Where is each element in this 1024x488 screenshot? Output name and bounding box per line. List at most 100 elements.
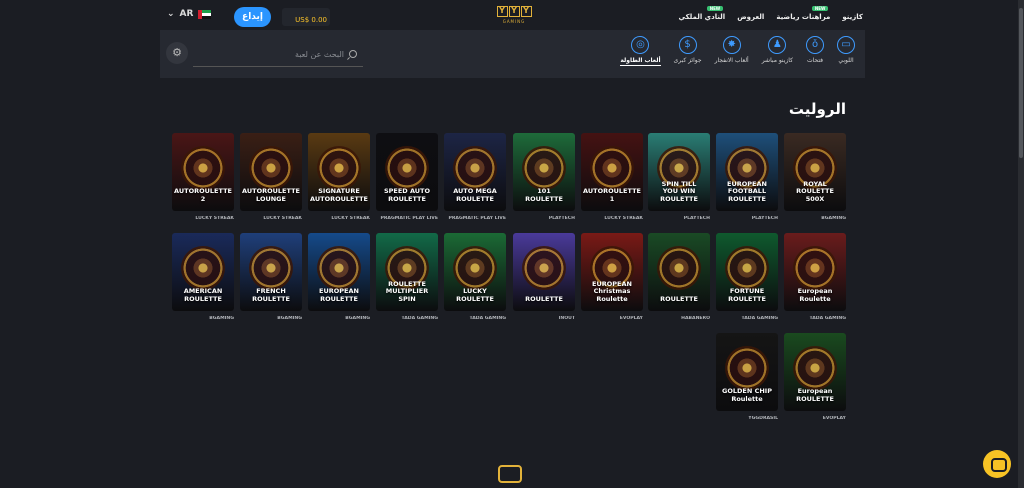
tab-table-games[interactable]: ◎ ألعاب الطاولة (620, 36, 661, 66)
game-title: SPEED AUTO ROULETTE (383, 187, 431, 203)
game-title: AMERICAN ROULETTE (183, 287, 223, 303)
cherries-icon: ǒ (806, 36, 824, 54)
game-thumbnail[interactable]: AUTOROULETTE LOUNGE (240, 133, 302, 211)
game-tile[interactable]: ROULETTE INOUT (513, 233, 575, 321)
game-title: 101 ROULETTE (525, 187, 563, 203)
tab-crash-games[interactable]: ✸ ألعاب الانفجار (715, 36, 749, 66)
game-thumbnail[interactable]: ROULETTE MULTIPLIER SPIN (376, 233, 438, 311)
game-thumbnail[interactable]: ROULETTE (513, 233, 575, 311)
game-tile[interactable]: AMERICAN ROULETTE BGAMING (172, 233, 234, 321)
game-tile[interactable]: AUTOROULETTE LOUNGE LUCKY STREAK (240, 133, 302, 221)
game-thumbnail[interactable]: SPIN TILL YOU WIN ROULETTE (648, 133, 710, 211)
nav-royal-club[interactable]: NEW النادي الملكي (678, 6, 726, 21)
game-thumbnail[interactable]: SIGNATURE AUTOROULETTE (308, 133, 370, 211)
game-title: SIGNATURE AUTOROULETTE (310, 187, 368, 203)
tab-label: ألعاب الانفجار (714, 57, 749, 64)
couch-icon[interactable] (498, 465, 522, 483)
game-thumbnail[interactable]: ROYAL ROULETTE 500X (784, 133, 846, 211)
nav-sports[interactable]: NEW مراهنات رياضية (776, 6, 830, 21)
nav-casino[interactable]: كازينو (842, 13, 863, 21)
game-provider: BGAMING (345, 316, 370, 321)
game-title: ROULETTE (525, 294, 563, 303)
game-provider: TADA GAMING (469, 316, 506, 321)
nav-promotions[interactable]: العروض (737, 13, 764, 21)
game-title: European ROULETTE (796, 387, 834, 403)
game-provider: LUCKY STREAK (604, 216, 643, 221)
game-tile[interactable]: SIGNATURE AUTOROULETTE LUCKY STREAK (308, 133, 370, 221)
game-title: AUTOROULETTE 1 (583, 187, 641, 203)
game-thumbnail[interactable]: LUCKY ROULETTE (444, 233, 506, 311)
game-thumbnail[interactable]: FRENCH ROULETTE (240, 233, 302, 311)
game-thumbnail[interactable]: FORTUNE ROULETTE (716, 233, 778, 311)
game-provider: PLAYTECH (683, 216, 710, 221)
game-provider: PLAYTECH (548, 216, 575, 221)
game-thumbnail[interactable]: European ROULETTE (784, 333, 846, 411)
game-tile[interactable]: SPEED AUTO ROULETTE PRAGMATIC PLAY LIVE (376, 133, 438, 221)
game-tile[interactable]: EUROPEAN ROULETTE BGAMING (308, 233, 370, 321)
game-tile[interactable]: AUTOROULETTE 2 LUCKY STREAK (172, 133, 234, 221)
game-tile[interactable]: FORTUNE ROULETTE TADA GAMING (716, 233, 778, 321)
chat-button[interactable] (983, 450, 1011, 478)
page-scrollbar[interactable] (1018, 0, 1024, 488)
game-title: ROULETTE MULTIPLIER SPIN (385, 279, 429, 303)
new-badge: NEW (706, 6, 724, 11)
tab-jackpots[interactable]: $ جوائز كبرى (674, 36, 702, 66)
tab-label: اللوبي (838, 57, 854, 64)
game-provider: EVOPLAY (822, 416, 846, 421)
game-tile[interactable]: EUROPEAN FOOTBALL ROULETTE PLAYTECH (716, 133, 778, 221)
game-tile[interactable]: GOLDEN CHIP Roulette YGGDRASIL (716, 333, 778, 421)
game-tile[interactable]: AUTOROULETTE 1 LUCKY STREAK (581, 133, 643, 221)
game-tile[interactable]: ROULETTE MULTIPLIER SPIN TADA GAMING (376, 233, 438, 321)
tab-label: كازينو مباشر (761, 57, 793, 64)
game-tile[interactable]: ROYAL ROULETTE 500X BGAMING (784, 133, 846, 221)
game-thumbnail[interactable]: EUROPEAN Christmas Roulette (581, 233, 643, 311)
tab-lobby[interactable]: ▭ اللوبي (837, 36, 855, 66)
scrollbar-thumb[interactable] (1019, 8, 1023, 158)
game-tile[interactable]: FRENCH ROULETTE BGAMING (240, 233, 302, 321)
nav-label: النادي الملكي (678, 13, 726, 21)
nav-label: كازينو (842, 13, 863, 21)
game-tile[interactable]: SPIN TILL YOU WIN ROULETTE PLAYTECH (648, 133, 710, 221)
game-provider: PRAGMATIC PLAY LIVE (380, 216, 438, 221)
game-tile[interactable]: AUTO MEGA ROULETTE PRAGMATIC PLAY LIVE (444, 133, 506, 221)
game-tile[interactable]: LUCKY ROULETTE TADA GAMING (444, 233, 506, 321)
game-thumbnail[interactable]: SPEED AUTO ROULETTE (376, 133, 438, 211)
deposit-button[interactable]: إيداع (234, 7, 271, 27)
game-thumbnail[interactable]: ROULETTE (648, 233, 710, 311)
language-selector[interactable]: ⌄ AR (167, 9, 212, 19)
category-bar: ⚙ ▭ اللوبي ǒ فتحات ♟ كازينو مباشر ✸ ألعاب ال… (160, 30, 865, 78)
tab-label: جوائز كبرى (673, 57, 702, 64)
site-logo[interactable]: YYY GAMING (494, 6, 534, 30)
game-thumbnail[interactable]: European Roulette (784, 233, 846, 311)
game-thumbnail[interactable]: 101 ROULETTE (513, 133, 575, 211)
game-provider: LUCKY STREAK (263, 216, 302, 221)
game-provider: BGAMING (821, 216, 846, 221)
game-tile[interactable]: ROULETTE HABANERO (648, 233, 710, 321)
game-provider: HABANERO (681, 316, 710, 321)
game-thumbnail[interactable]: GOLDEN CHIP Roulette (716, 333, 778, 411)
game-title: EUROPEAN ROULETTE (319, 287, 359, 303)
game-thumbnail[interactable]: EUROPEAN ROULETTE (308, 233, 370, 311)
balance-display[interactable]: US$ 0.00 (282, 8, 330, 26)
game-tile[interactable]: European ROULETTE EVOPLAY (784, 333, 846, 421)
game-title: FORTUNE ROULETTE (728, 287, 766, 303)
nav-label: العروض (737, 13, 765, 21)
game-tile[interactable]: European Roulette TADA GAMING (784, 233, 846, 321)
game-thumbnail[interactable]: AUTOROULETTE 1 (581, 133, 643, 211)
game-thumbnail[interactable]: AUTO MEGA ROULETTE (444, 133, 506, 211)
game-provider: TADA GAMING (401, 316, 438, 321)
game-thumbnail[interactable]: AMERICAN ROULETTE (172, 233, 234, 311)
game-thumbnail[interactable]: AUTOROULETTE 2 (172, 133, 234, 211)
tab-slots[interactable]: ǒ فتحات (806, 36, 824, 66)
filter-button[interactable]: ⚙ (166, 42, 188, 64)
game-title: AUTOROULETTE LOUNGE (242, 187, 300, 203)
couch-icon: ▭ (837, 36, 855, 54)
game-thumbnail[interactable]: EUROPEAN FOOTBALL ROULETTE (716, 133, 778, 211)
game-tile[interactable]: EUROPEAN Christmas Roulette EVOPLAY (581, 233, 643, 321)
game-tile[interactable]: 101 ROULETTE PLAYTECH (513, 133, 575, 221)
tab-live-casino[interactable]: ♟ كازينو مباشر (762, 36, 793, 66)
language-code: AR (179, 9, 194, 19)
top-bar: ⌄ AR إيداع ⌄ US$ 0.00 YYY GAMING كازينو … (155, 2, 868, 32)
search-box[interactable] (193, 42, 363, 67)
search-input[interactable] (204, 49, 344, 59)
